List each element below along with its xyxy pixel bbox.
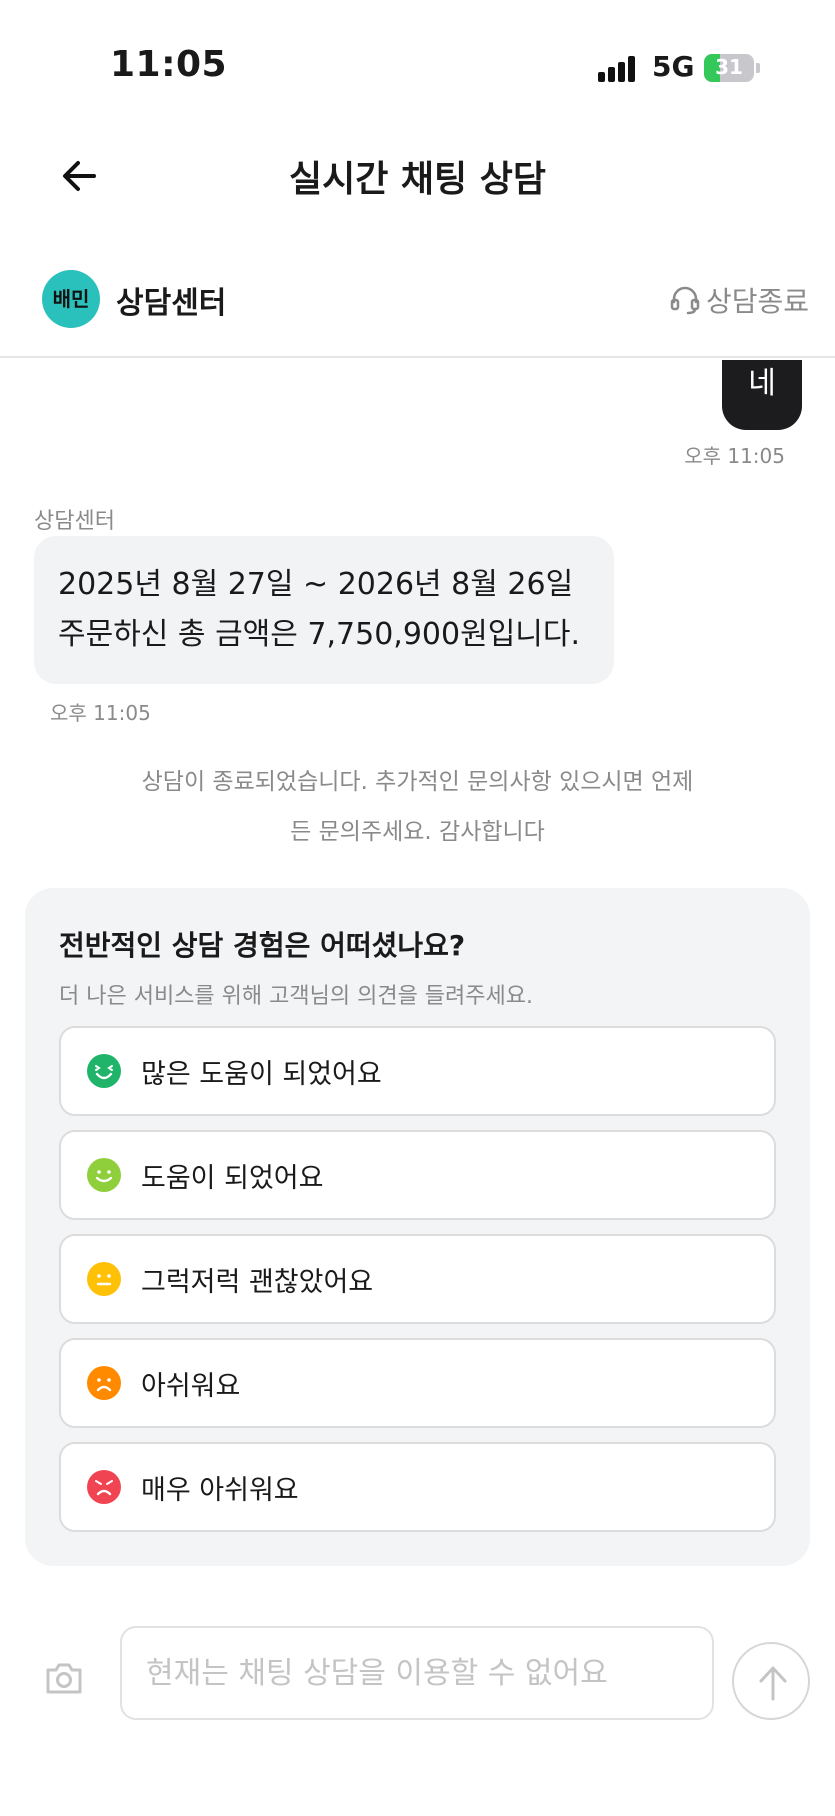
happy-face-icon bbox=[87, 1158, 121, 1192]
nav-bar: 실시간 채팅 상담 bbox=[0, 130, 835, 220]
agent-name: 상담센터 bbox=[116, 286, 227, 321]
network-type: 5G bbox=[652, 50, 695, 83]
system-notice-line: 상담이 종료되었습니다. 추가적인 문의사항 있으시면 언제 bbox=[141, 769, 694, 795]
agent-message-line: 주문하신 총 금액은 7,750,900원입니다. bbox=[58, 617, 581, 652]
brand-logo: 배민 bbox=[42, 270, 100, 328]
survey-option-label: 그럭저럭 괜찮았어요 bbox=[141, 1266, 374, 1298]
agent-message-time: 오후 11:05 bbox=[50, 701, 151, 725]
status-bar: 11:05 5G 31 bbox=[0, 0, 835, 130]
survey-option-very-helpful[interactable]: 많은 도움이 되었어요 bbox=[59, 1026, 776, 1116]
cellular-signal-icon bbox=[598, 56, 640, 82]
sad-face-icon bbox=[87, 1366, 121, 1400]
agent-message-line: 2025년 8월 27일 ~ 2026년 8월 26일 bbox=[58, 567, 574, 602]
system-notice-line: 든 문의주세요. 감사합니다 bbox=[290, 819, 545, 845]
user-message-bubble: 네 bbox=[722, 360, 802, 430]
survey-option-very-disappointing[interactable]: 매우 아쉬워요 bbox=[59, 1442, 776, 1532]
survey-title: 전반적인 상담 경험은 어떠셨나요? bbox=[59, 929, 466, 962]
survey-option-label: 도움이 되었어요 bbox=[141, 1162, 324, 1194]
agent-header: 배민 상담센터 상담종료 bbox=[0, 258, 835, 358]
chat-input-bar bbox=[0, 1620, 835, 1740]
end-chat-button[interactable]: 상담종료 bbox=[668, 280, 809, 320]
survey-option-helpful[interactable]: 도움이 되었어요 bbox=[59, 1130, 776, 1220]
camera-button[interactable] bbox=[44, 1660, 84, 1696]
survey-option-label: 많은 도움이 되었어요 bbox=[141, 1058, 382, 1090]
angry-face-icon bbox=[87, 1470, 121, 1504]
end-chat-label: 상담종료 bbox=[705, 285, 809, 318]
arrow-up-icon bbox=[759, 1666, 787, 1701]
camera-icon bbox=[46, 1663, 82, 1694]
page-title: 실시간 채팅 상담 bbox=[289, 159, 546, 200]
very-happy-face-icon bbox=[87, 1054, 121, 1088]
battery-icon: 31 bbox=[704, 54, 754, 82]
battery-cap bbox=[756, 63, 760, 73]
battery-level: 31 bbox=[715, 55, 743, 79]
survey-option-label: 매우 아쉬워요 bbox=[141, 1474, 299, 1506]
survey-card: 전반적인 상담 경험은 어떠셨나요? 더 나은 서비스를 위해 고객님의 의견을… bbox=[25, 888, 810, 1566]
chat-input[interactable] bbox=[120, 1626, 714, 1720]
headset-icon bbox=[670, 286, 700, 315]
agent-message-bubble: 2025년 8월 27일 ~ 2026년 8월 26일 주문하신 총 금액은 7… bbox=[34, 536, 614, 684]
status-time: 11:05 bbox=[110, 44, 228, 85]
survey-subtitle: 더 나은 서비스를 위해 고객님의 의견을 들려주세요. bbox=[59, 984, 533, 1009]
user-message-time: 오후 11:05 bbox=[684, 444, 785, 468]
survey-option-label: 아쉬워요 bbox=[141, 1370, 241, 1402]
survey-option-disappointing[interactable]: 아쉬워요 bbox=[59, 1338, 776, 1428]
system-notice: 상담이 종료되었습니다. 추가적인 문의사항 있으시면 언제 든 문의주세요. … bbox=[120, 757, 715, 857]
agent-sender-label: 상담센터 bbox=[34, 509, 115, 534]
survey-option-okay[interactable]: 그럭저럭 괜찮았어요 bbox=[59, 1234, 776, 1324]
neutral-face-icon bbox=[87, 1262, 121, 1296]
send-button[interactable] bbox=[732, 1642, 810, 1720]
